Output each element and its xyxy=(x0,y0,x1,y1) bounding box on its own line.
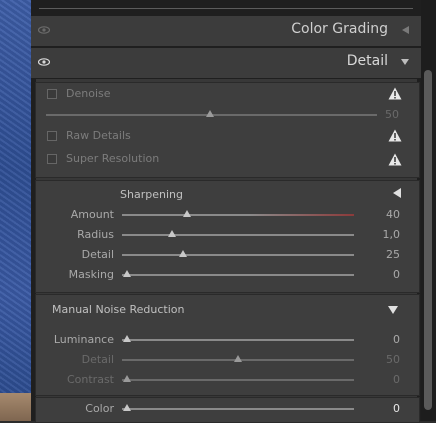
denoise-value[interactable]: 50 xyxy=(369,108,399,121)
luminance-slider-track[interactable] xyxy=(122,339,354,341)
color-value[interactable]: 0 xyxy=(370,402,400,415)
radius-label: Radius xyxy=(77,228,114,241)
denoise-slider-thumb[interactable] xyxy=(206,110,214,117)
radius-slider-thumb[interactable] xyxy=(168,230,176,237)
color-slider-thumb[interactable] xyxy=(123,404,131,411)
sharpening-detail-slider-track[interactable] xyxy=(122,254,354,256)
raw-details-label: Raw Details xyxy=(66,129,131,142)
detail-header[interactable]: Detail xyxy=(31,48,421,78)
raw-details-checkbox[interactable] xyxy=(47,131,57,141)
luminance-slider-thumb[interactable] xyxy=(123,335,131,342)
enhance-group: Denoise 50 Raw Details Super Resolution xyxy=(35,82,420,178)
panel-scrollbar-thumb[interactable] xyxy=(424,70,432,410)
sharpening-title: Sharpening xyxy=(120,188,183,201)
expand-down-icon[interactable] xyxy=(400,57,410,67)
contrast-slider-track[interactable] xyxy=(122,379,354,381)
denoise-checkbox[interactable] xyxy=(47,89,57,99)
photo-floor-area xyxy=(0,393,31,421)
eye-icon[interactable] xyxy=(38,24,50,36)
super-resolution-checkbox[interactable] xyxy=(47,154,57,164)
radius-value[interactable]: 1,0 xyxy=(370,228,401,241)
panel-divider xyxy=(39,8,413,9)
manual-noise-reduction-group: Manual Noise Reduction Luminance 0 Detai… xyxy=(35,294,420,396)
sharpening-detail-label: Detail xyxy=(81,248,114,261)
amount-label: Amount xyxy=(70,208,114,221)
contrast-label: Contrast xyxy=(66,373,114,386)
masking-label: Masking xyxy=(68,268,114,281)
detail-title: Detail xyxy=(346,53,388,69)
panel-scrollbar[interactable] xyxy=(421,0,436,421)
manual-noise-reduction-title: Manual Noise Reduction xyxy=(52,303,185,316)
develop-right-panel: Color Grading Detail Denoise 50 Raw Deta… xyxy=(31,0,421,423)
noise-detail-value[interactable]: 50 xyxy=(370,353,400,366)
color-slider-track[interactable] xyxy=(122,408,354,410)
contrast-value[interactable]: 0 xyxy=(370,373,400,386)
warning-icon[interactable] xyxy=(388,87,402,100)
masking-value[interactable]: 0 xyxy=(370,268,400,281)
color-noise-group: Color 0 xyxy=(35,397,420,423)
photo-preview-edge xyxy=(0,0,31,421)
collapse-left-icon[interactable] xyxy=(400,25,410,35)
color-label: Color xyxy=(85,402,114,415)
masking-slider-track[interactable] xyxy=(122,274,354,276)
luminance-value[interactable]: 0 xyxy=(370,333,400,346)
warning-icon[interactable] xyxy=(388,153,402,166)
luminance-label: Luminance xyxy=(53,333,114,346)
sharpening-detail-slider-thumb[interactable] xyxy=(179,250,187,257)
amount-slider-track[interactable] xyxy=(122,214,354,216)
contrast-slider-thumb[interactable] xyxy=(123,375,131,382)
noise-detail-slider-thumb[interactable] xyxy=(234,355,242,362)
eye-icon[interactable] xyxy=(38,56,50,68)
warning-icon[interactable] xyxy=(388,129,402,142)
sharpening-detail-value[interactable]: 25 xyxy=(370,248,400,261)
amount-slider-thumb[interactable] xyxy=(183,210,191,217)
amount-value[interactable]: 40 xyxy=(370,208,400,221)
color-grading-title: Color Grading xyxy=(291,21,388,37)
color-grading-header[interactable]: Color Grading xyxy=(31,16,421,46)
radius-slider-track[interactable] xyxy=(122,234,354,236)
super-resolution-label: Super Resolution xyxy=(66,152,160,165)
masking-slider-thumb[interactable] xyxy=(123,270,131,277)
sharpening-group: Sharpening Amount 40 Radius 1,0 Detail 2… xyxy=(35,180,420,293)
noise-detail-label: Detail xyxy=(81,353,114,366)
expand-down-icon[interactable] xyxy=(388,306,398,314)
denoise-label: Denoise xyxy=(66,87,111,100)
collapse-left-icon[interactable] xyxy=(393,188,401,198)
